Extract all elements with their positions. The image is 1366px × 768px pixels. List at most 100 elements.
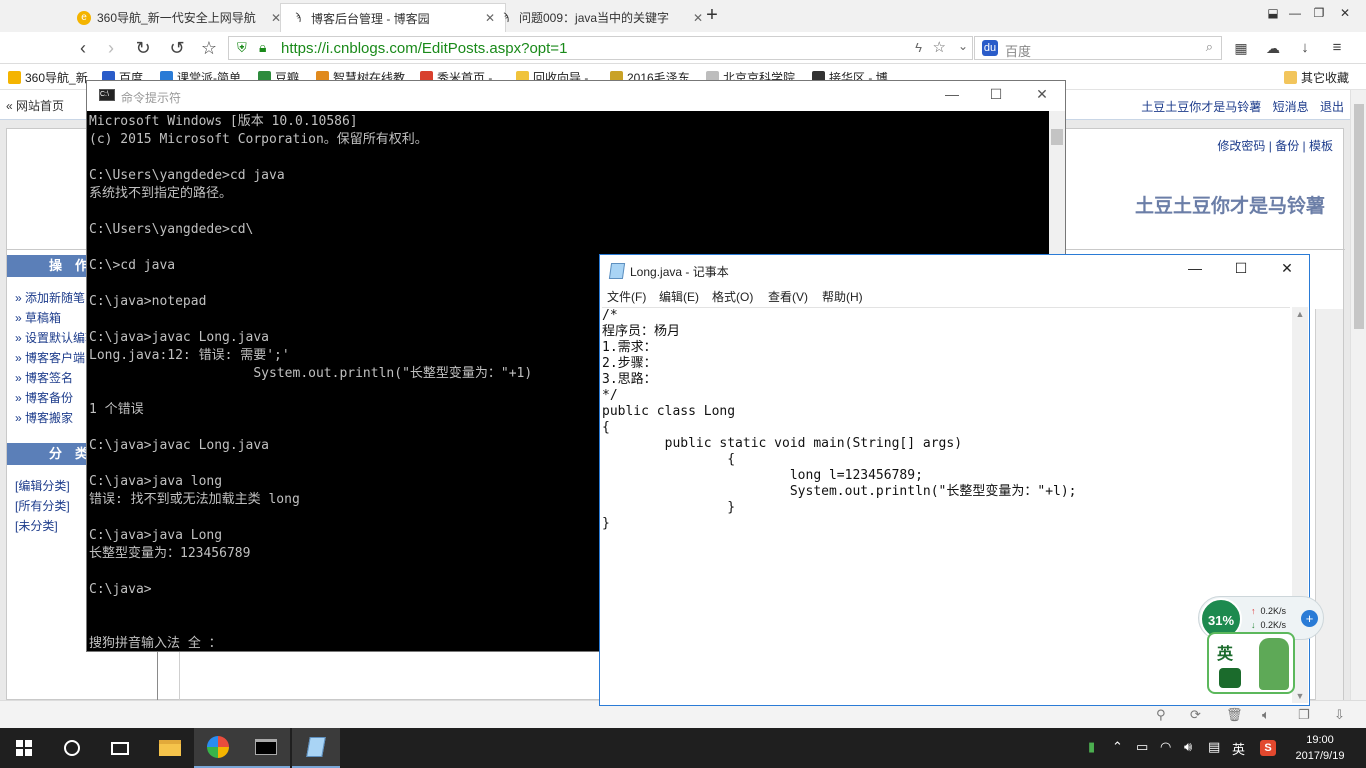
- chevron-up-icon[interactable]: ⌃: [1112, 739, 1123, 755]
- username-link[interactable]: 土豆土豆你才是马铃薯: [1141, 100, 1261, 114]
- notepad-button[interactable]: [292, 728, 340, 768]
- bookmark-item[interactable]: 360导航_新: [8, 69, 88, 86]
- back-button[interactable]: ‹: [72, 37, 94, 59]
- baidu-paw-icon: du: [982, 40, 998, 56]
- chevron-down-icon[interactable]: ⌄: [958, 39, 968, 53]
- page-scrollbar[interactable]: [1350, 90, 1366, 700]
- tab-cnblogs-admin[interactable]: ϡ 博客后台管理 - 博客园 ✕: [280, 3, 507, 32]
- new-tab-button[interactable]: +: [701, 4, 723, 26]
- close-window-button[interactable]: ✕: [1334, 6, 1356, 20]
- chevron-down-icon[interactable]: ▼: [1292, 691, 1308, 701]
- right-panel: [1315, 309, 1343, 701]
- battery-icon[interactable]: ▮: [1088, 739, 1095, 755]
- windows-icon: [16, 740, 32, 756]
- volume-icon[interactable]: 🔊︎: [1184, 739, 1192, 755]
- action-center-icon[interactable]: ▤: [1208, 739, 1220, 755]
- other-bookmarks[interactable]: 其它收藏: [1284, 69, 1349, 86]
- side-link-move[interactable]: » 博客搬家: [15, 409, 73, 426]
- upload-speed: ↑ 0.2K/s: [1251, 606, 1286, 616]
- scrollbar-thumb[interactable]: [1051, 129, 1063, 145]
- folder-icon: [1284, 71, 1297, 84]
- task-view-button[interactable]: [96, 728, 144, 768]
- apps-grid-icon[interactable]: ▦: [1230, 37, 1252, 59]
- forward-button[interactable]: ›: [100, 37, 122, 59]
- tab-360-nav[interactable]: e 360导航_新一代安全上网导航 ✕: [66, 3, 292, 32]
- blog-links[interactable]: 修改密码 | 备份 | 模板: [1217, 137, 1333, 154]
- cmd-line: (c) 2015 Microsoft Corporation。保留所有权利。: [89, 132, 428, 147]
- trash-icon[interactable]: 🗑︎: [1226, 707, 1243, 723]
- side-link-signature[interactable]: » 博客签名: [15, 369, 73, 386]
- maximize-button[interactable]: ☐: [981, 86, 1011, 103]
- side-link-new-post[interactable]: » 添加新随笔: [15, 289, 85, 306]
- sogou-icon[interactable]: S: [1260, 740, 1276, 756]
- cmd-titlebar[interactable]: C:\ 命令提示符 — ☐ ✕: [87, 81, 1065, 111]
- side-link-backup[interactable]: » 博客备份: [15, 389, 73, 406]
- site-home-link[interactable]: « 网站首页: [6, 97, 64, 114]
- side-link-drafts[interactable]: » 草稿箱: [15, 309, 61, 326]
- menu-view[interactable]: 查看(V): [768, 288, 808, 305]
- menu-icon[interactable]: ≡: [1326, 37, 1348, 59]
- download-icon[interactable]: ⇩: [1334, 707, 1345, 723]
- clock[interactable]: 19:00 2017/9/19: [1290, 732, 1350, 764]
- url-bar[interactable]: ⛨ 🔒︎ https://i.cnblogs.com/EditPosts.asp…: [228, 36, 973, 60]
- notepad-titlebar[interactable]: Long.java - 记事本 — ☐ ✕: [600, 255, 1309, 285]
- display-icon[interactable]: ▭: [1136, 739, 1148, 755]
- upload-value: 0.2K/s: [1260, 606, 1287, 616]
- sogou-ime-widget[interactable]: 英: [1207, 632, 1295, 694]
- notepad-icon: [306, 737, 326, 757]
- bookmark-label: 360导航_新: [25, 71, 88, 85]
- undo-close-button[interactable]: ↺: [166, 37, 188, 59]
- side-link-edit-category[interactable]: [编辑分类]: [15, 477, 70, 494]
- close-button[interactable]: ✕: [1272, 260, 1302, 277]
- messages-link[interactable]: 短消息: [1273, 100, 1309, 114]
- menu-file[interactable]: 文件(F): [607, 288, 646, 305]
- favorite-star-icon[interactable]: ☆: [198, 37, 220, 59]
- plus-icon[interactable]: +: [1301, 610, 1318, 627]
- menu-format[interactable]: 格式(O): [712, 288, 753, 305]
- window-icon[interactable]: ❐: [1298, 707, 1310, 723]
- minimize-button[interactable]: —: [1284, 6, 1306, 20]
- close-button[interactable]: ✕: [1027, 86, 1057, 103]
- menu-help[interactable]: 帮助(H): [822, 288, 863, 305]
- pin-icon[interactable]: ⚲: [1156, 707, 1166, 723]
- browser-button[interactable]: [194, 728, 242, 768]
- cmd-icon: [255, 739, 277, 755]
- download-value: 0.2K/s: [1260, 620, 1287, 630]
- lock-icon: 🔒︎: [259, 39, 267, 55]
- chevron-up-icon[interactable]: ▲: [1292, 309, 1308, 319]
- scrollbar-thumb[interactable]: [1354, 104, 1364, 329]
- cloud-icon[interactable]: ☁: [1262, 37, 1284, 59]
- side-link-client[interactable]: » 博客客户端: [15, 349, 85, 366]
- arrow-up-icon: ↑: [1251, 606, 1256, 616]
- search-icon[interactable]: ⌕: [1206, 39, 1213, 55]
- file-explorer-button[interactable]: [146, 728, 194, 768]
- download-icon[interactable]: ↓: [1294, 37, 1316, 59]
- logout-link[interactable]: 退出: [1320, 100, 1344, 114]
- ime-mode[interactable]: 英: [1232, 739, 1245, 758]
- reload-button[interactable]: ↻: [132, 37, 154, 59]
- menu-edit[interactable]: 编辑(E): [659, 288, 699, 305]
- side-link-all-categories[interactable]: [所有分类]: [15, 497, 70, 514]
- url-text[interactable]: https://i.cnblogs.com/EditPosts.aspx?opt…: [281, 40, 567, 57]
- shirt-icon[interactable]: ⬓: [1262, 6, 1284, 20]
- maximize-button[interactable]: ☐: [1226, 260, 1256, 277]
- wifi-icon[interactable]: ◠: [1160, 739, 1171, 755]
- restore-button[interactable]: ❐: [1308, 6, 1330, 20]
- blog-title[interactable]: 土豆土豆你才是马铃薯: [1135, 191, 1325, 218]
- tab-question[interactable]: ϡ 问题009：java当中的关键字 ✕: [488, 3, 714, 32]
- search-button[interactable]: [48, 728, 96, 768]
- search-input[interactable]: du 百度 ⌕: [974, 36, 1222, 60]
- notepad-title: Long.java - 记事本: [630, 265, 729, 279]
- start-button[interactable]: [0, 728, 48, 768]
- browser-tab-bar: e 360导航_新一代安全上网导航 ✕ ϡ 博客后台管理 - 博客园 ✕ ϡ 问…: [0, 0, 1366, 32]
- minimize-button[interactable]: —: [1180, 260, 1210, 276]
- notepad-editor[interactable]: /* 程序员：杨月 1.需求： 2.步骤： 3.思路： */public class Lo…: [602, 307, 1290, 703]
- star-icon[interactable]: ☆: [933, 38, 946, 56]
- refresh-icon[interactable]: ⟳: [1190, 707, 1201, 723]
- lightning-icon[interactable]: ϟ: [915, 40, 922, 55]
- notepad-window: Long.java - 记事本 — ☐ ✕ 文件(F) 编辑(E) 格式(O) …: [599, 254, 1310, 706]
- cmd-button[interactable]: [242, 728, 290, 768]
- side-link-uncategorized[interactable]: [未分类]: [15, 517, 58, 534]
- speaker-icon[interactable]: 🔈︎: [1262, 707, 1270, 723]
- minimize-button[interactable]: —: [937, 86, 967, 102]
